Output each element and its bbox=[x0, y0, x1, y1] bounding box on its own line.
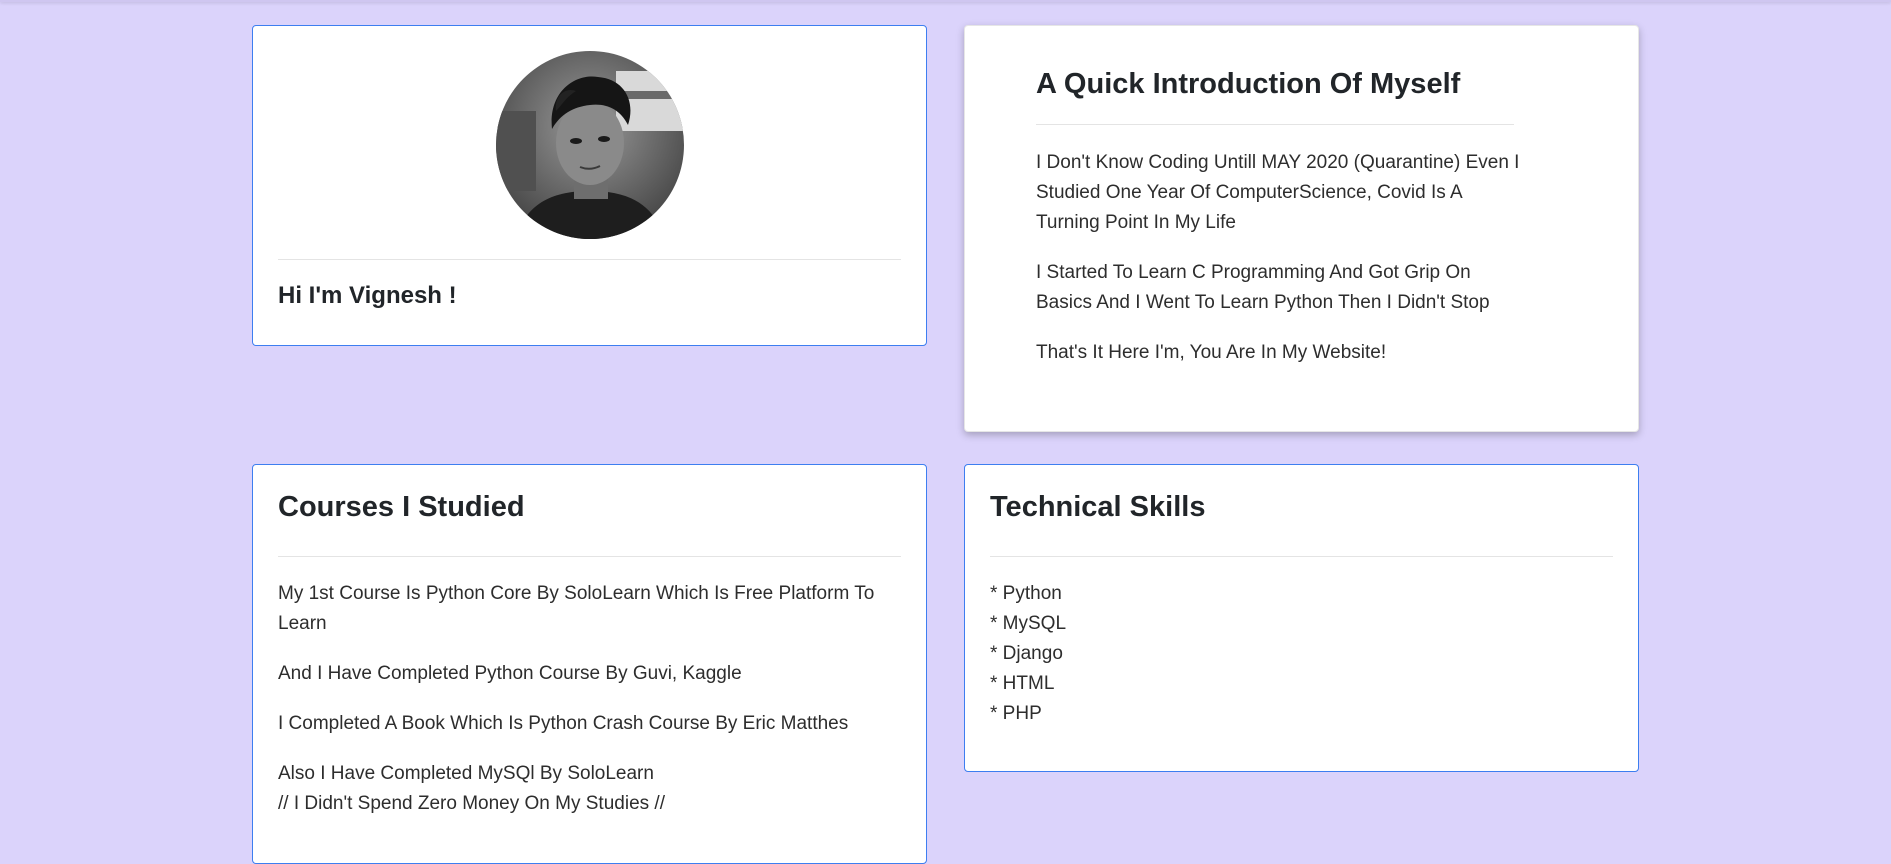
courses-divider bbox=[278, 556, 901, 557]
courses-title: Courses I Studied bbox=[278, 491, 525, 523]
top-bar bbox=[0, 0, 1891, 2]
skill-item: * PHP bbox=[990, 703, 1042, 724]
intro-paragraph: That's It Here I'm, You Are In My Websit… bbox=[1036, 342, 1387, 363]
intro-paragraph: I Don't Know Coding Untill MAY 2020 (Qua… bbox=[1036, 152, 1520, 233]
profile-avatar bbox=[496, 51, 684, 239]
courses-card: Courses I Studied My 1st Course Is Pytho… bbox=[252, 464, 927, 864]
intro-title: A Quick Introduction Of Myself bbox=[1036, 68, 1461, 100]
intro-divider bbox=[1036, 124, 1514, 125]
courses-paragraph: // I Didn't Spend Zero Money On My Studi… bbox=[278, 793, 665, 814]
profile-card: Hi I'm Vignesh ! bbox=[252, 25, 927, 346]
avatar-photo bbox=[496, 51, 684, 239]
skill-item: * Django bbox=[990, 643, 1063, 664]
skill-item: * Python bbox=[990, 583, 1062, 604]
profile-divider bbox=[278, 259, 901, 260]
skill-item: * MySQL bbox=[990, 613, 1067, 634]
skills-divider bbox=[990, 556, 1613, 557]
courses-paragraph: My 1st Course Is Python Core By SoloLear… bbox=[278, 583, 875, 634]
intro-card: A Quick Introduction Of Myself I Don't K… bbox=[964, 25, 1639, 432]
courses-paragraph: I Completed A Book Which Is Python Crash… bbox=[278, 713, 849, 734]
skills-card: Technical Skills * Python * MySQL * Djan… bbox=[964, 464, 1639, 772]
courses-paragraph: And I Have Completed Python Course By Gu… bbox=[278, 663, 742, 684]
courses-paragraph: Also I Have Completed MySQl By SoloLearn bbox=[278, 763, 654, 784]
skill-item: * HTML bbox=[990, 673, 1055, 694]
intro-paragraph: I Started To Learn C Programming And Got… bbox=[1036, 262, 1490, 313]
profile-greeting: Hi I'm Vignesh ! bbox=[278, 282, 457, 309]
skills-title: Technical Skills bbox=[990, 491, 1206, 523]
